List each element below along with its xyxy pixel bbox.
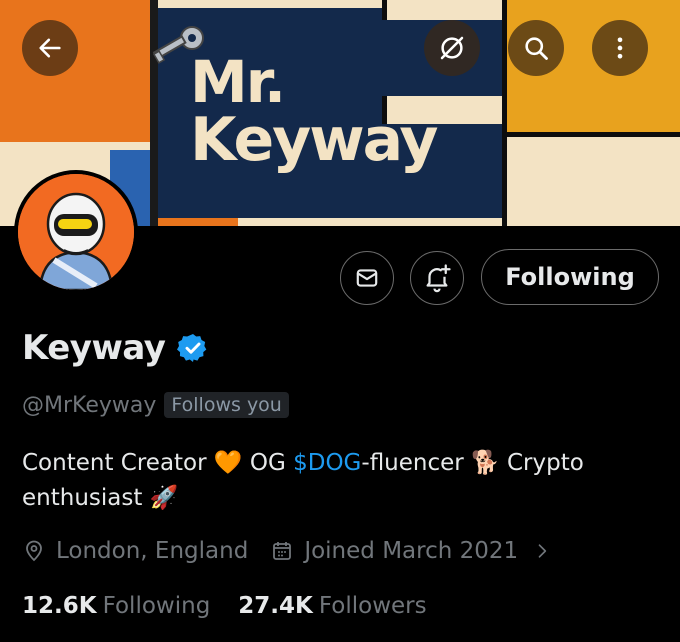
- banner-block: [502, 132, 680, 226]
- following-count: 12.6K: [22, 593, 97, 619]
- banner-block: [0, 0, 150, 142]
- handle: @MrKeyway: [22, 392, 157, 418]
- bell-plus-icon: [426, 264, 451, 293]
- joined-date[interactable]: Joined March 2021: [270, 538, 552, 564]
- calendar-icon: [273, 542, 292, 560]
- profile-meta: London, England Joined March 2021: [22, 538, 574, 564]
- following-label: Following: [102, 593, 211, 619]
- following-button-label: Following: [505, 263, 635, 291]
- following-button[interactable]: Following: [481, 249, 659, 305]
- handle-row: @MrKeyway Follows you: [22, 392, 289, 418]
- chevron-right-icon: [538, 544, 547, 558]
- cashtag-link[interactable]: $DOG: [293, 450, 361, 476]
- location: London, England: [22, 538, 248, 564]
- bio-text: -fluencer: [361, 450, 464, 476]
- notifications-button[interactable]: [410, 251, 464, 305]
- search-icon: [525, 37, 548, 60]
- verified-badge-icon[interactable]: [177, 332, 209, 364]
- profile-name: Keyway: [22, 328, 209, 368]
- banner-title: Mr. Keyway: [190, 48, 438, 175]
- bio-text: OG: [242, 450, 294, 476]
- rocket-emoji: 🚀: [149, 485, 179, 511]
- banner-block: [0, 142, 150, 150]
- search-button[interactable]: [508, 20, 564, 76]
- banner-block: [382, 0, 503, 20]
- followers-label: Followers: [318, 593, 427, 619]
- bio-text: Content Creator: [22, 450, 207, 476]
- followers-count: 27.4K: [238, 593, 313, 619]
- astronaut-avatar-icon: [18, 174, 134, 290]
- location-pin-icon: [26, 540, 42, 562]
- banner-title-line1: Mr.: [190, 48, 286, 116]
- message-button[interactable]: [340, 251, 394, 305]
- grok-icon: [440, 36, 464, 60]
- grok-button[interactable]: [424, 20, 480, 76]
- bio: Content Creator 🧡 OG $DOG-fluencer 🐕 Cry…: [22, 446, 662, 516]
- orange-heart-emoji: 🧡: [213, 450, 243, 476]
- banner-title-line2: Keyway: [190, 104, 438, 175]
- more-vertical-icon: [617, 37, 623, 59]
- dog-emoji: 🐕: [471, 450, 500, 476]
- banner-block: [158, 218, 238, 226]
- avatar-image: [18, 174, 134, 290]
- joined-text: Joined March 2021: [304, 538, 519, 564]
- display-name: Keyway: [22, 328, 166, 368]
- more-button[interactable]: [592, 20, 648, 76]
- location-text: London, England: [56, 538, 249, 564]
- follows-you-badge: Follows you: [164, 392, 289, 418]
- follow-stats: 12.6K Following 27.4K Followers: [22, 593, 455, 619]
- following-stat[interactable]: 12.6K Following: [22, 593, 210, 619]
- arrow-left-icon: [39, 38, 61, 58]
- back-button[interactable]: [22, 20, 78, 76]
- followers-stat[interactable]: 27.4K Followers: [238, 593, 426, 619]
- avatar[interactable]: [14, 170, 138, 294]
- mail-icon: [356, 269, 378, 287]
